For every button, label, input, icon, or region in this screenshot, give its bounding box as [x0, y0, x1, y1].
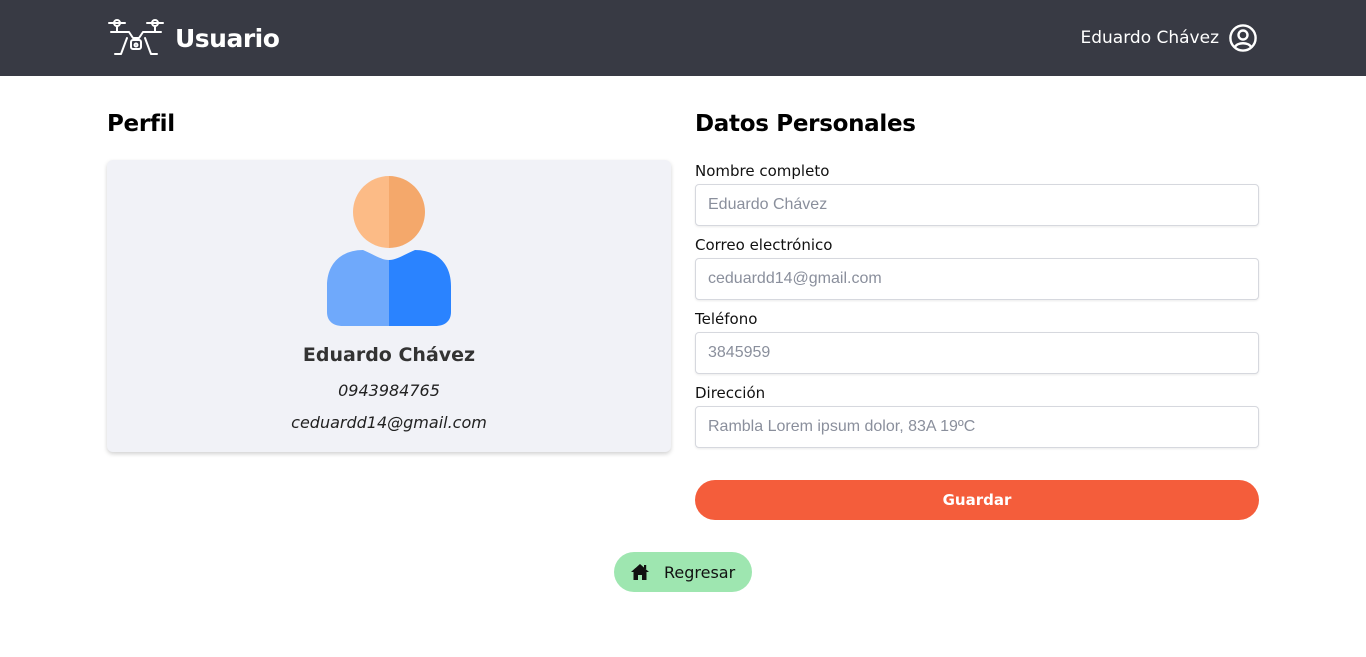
- home-icon: [631, 564, 649, 580]
- app-title: Usuario: [175, 23, 280, 53]
- email-label: Correo electrónico: [695, 236, 833, 254]
- address-input[interactable]: [695, 406, 1259, 448]
- personal-data-section-title: Datos Personales: [695, 111, 916, 137]
- brand: Usuario: [107, 16, 280, 60]
- phone-label: Teléfono: [695, 310, 758, 328]
- top-navbar: Usuario Eduardo Chávez: [0, 0, 1366, 76]
- full-name-label: Nombre completo: [695, 162, 830, 180]
- full-name-input[interactable]: [695, 184, 1259, 226]
- user-menu[interactable]: Eduardo Chávez: [1080, 22, 1258, 54]
- user-circle-icon: [1229, 24, 1257, 52]
- back-button-label: Regresar: [664, 562, 736, 582]
- profile-phone: 0943984765: [338, 381, 440, 400]
- user-avatar-icon: [327, 176, 451, 326]
- profile-section-title: Perfil: [107, 111, 175, 137]
- user-name: Eduardo Chávez: [1080, 28, 1219, 48]
- email-input[interactable]: [695, 258, 1259, 300]
- address-label: Dirección: [695, 384, 766, 402]
- phone-input[interactable]: [695, 332, 1259, 374]
- drone-icon: [108, 19, 164, 55]
- profile-name: Eduardo Chávez: [302, 344, 476, 366]
- profile-card: Eduardo Chávez 0943984765 ceduardd14@gma…: [107, 160, 671, 452]
- profile-email: ceduardd14@gmail.com: [291, 413, 487, 432]
- back-button[interactable]: Regresar: [614, 552, 752, 592]
- save-button[interactable]: Guardar: [695, 480, 1259, 520]
